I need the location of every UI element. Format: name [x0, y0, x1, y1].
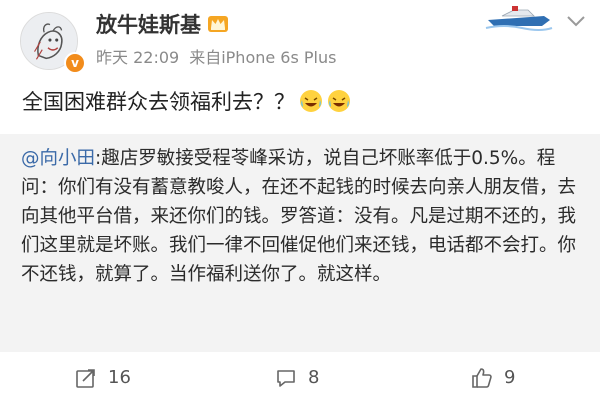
verified-badge: v	[64, 52, 86, 74]
mention-link[interactable]: @向小田	[21, 148, 95, 169]
crown-icon	[208, 16, 228, 32]
post-body: 全国困难群众去领福利去？？	[22, 86, 351, 116]
repost-button[interactable]: 16	[74, 352, 131, 403]
post-source[interactable]: 来自iPhone 6s Plus	[189, 48, 336, 67]
like-button[interactable]: 9	[470, 352, 515, 403]
author-name[interactable]: 放牛娃斯基	[96, 9, 201, 39]
comment-icon	[277, 369, 295, 387]
laugh-cry-emoji-icon	[300, 90, 322, 112]
comment-button[interactable]: 8	[274, 352, 319, 403]
chevron-down-icon[interactable]	[566, 14, 586, 28]
post-meta: 昨天 22:09 来自iPhone 6s Plus	[96, 44, 336, 68]
repost-text: @向小田:趣店罗敏接受程苓峰采访，说自己坏账率低于0.5%。程问：你们有没有蓄意…	[21, 144, 581, 289]
decorative-ship-image	[484, 2, 554, 32]
repost-count: 16	[108, 367, 131, 388]
repost-icon	[76, 368, 95, 388]
action-bar: 16 8 9	[0, 352, 600, 403]
repost-card[interactable]: @向小田:趣店罗敏接受程苓峰采访，说自己坏账率低于0.5%。程问：你们有没有蓄意…	[0, 134, 600, 352]
comment-count: 8	[308, 367, 320, 388]
thumbs-up-icon	[472, 367, 492, 388]
repost-body: :趣店罗敏接受程苓峰采访，说自己坏账率低于0.5%。程问：你们有没有蓄意教唆人，…	[21, 148, 577, 285]
like-count: 9	[504, 367, 516, 388]
post-time: 昨天 22:09	[96, 48, 180, 67]
post-text: 全国困难群众去领福利去？？	[22, 90, 295, 114]
post-header: v 放牛娃斯基 昨天 22:09 来自iPhone 6s Plus	[0, 0, 600, 80]
laugh-cry-emoji-icon	[328, 90, 350, 112]
